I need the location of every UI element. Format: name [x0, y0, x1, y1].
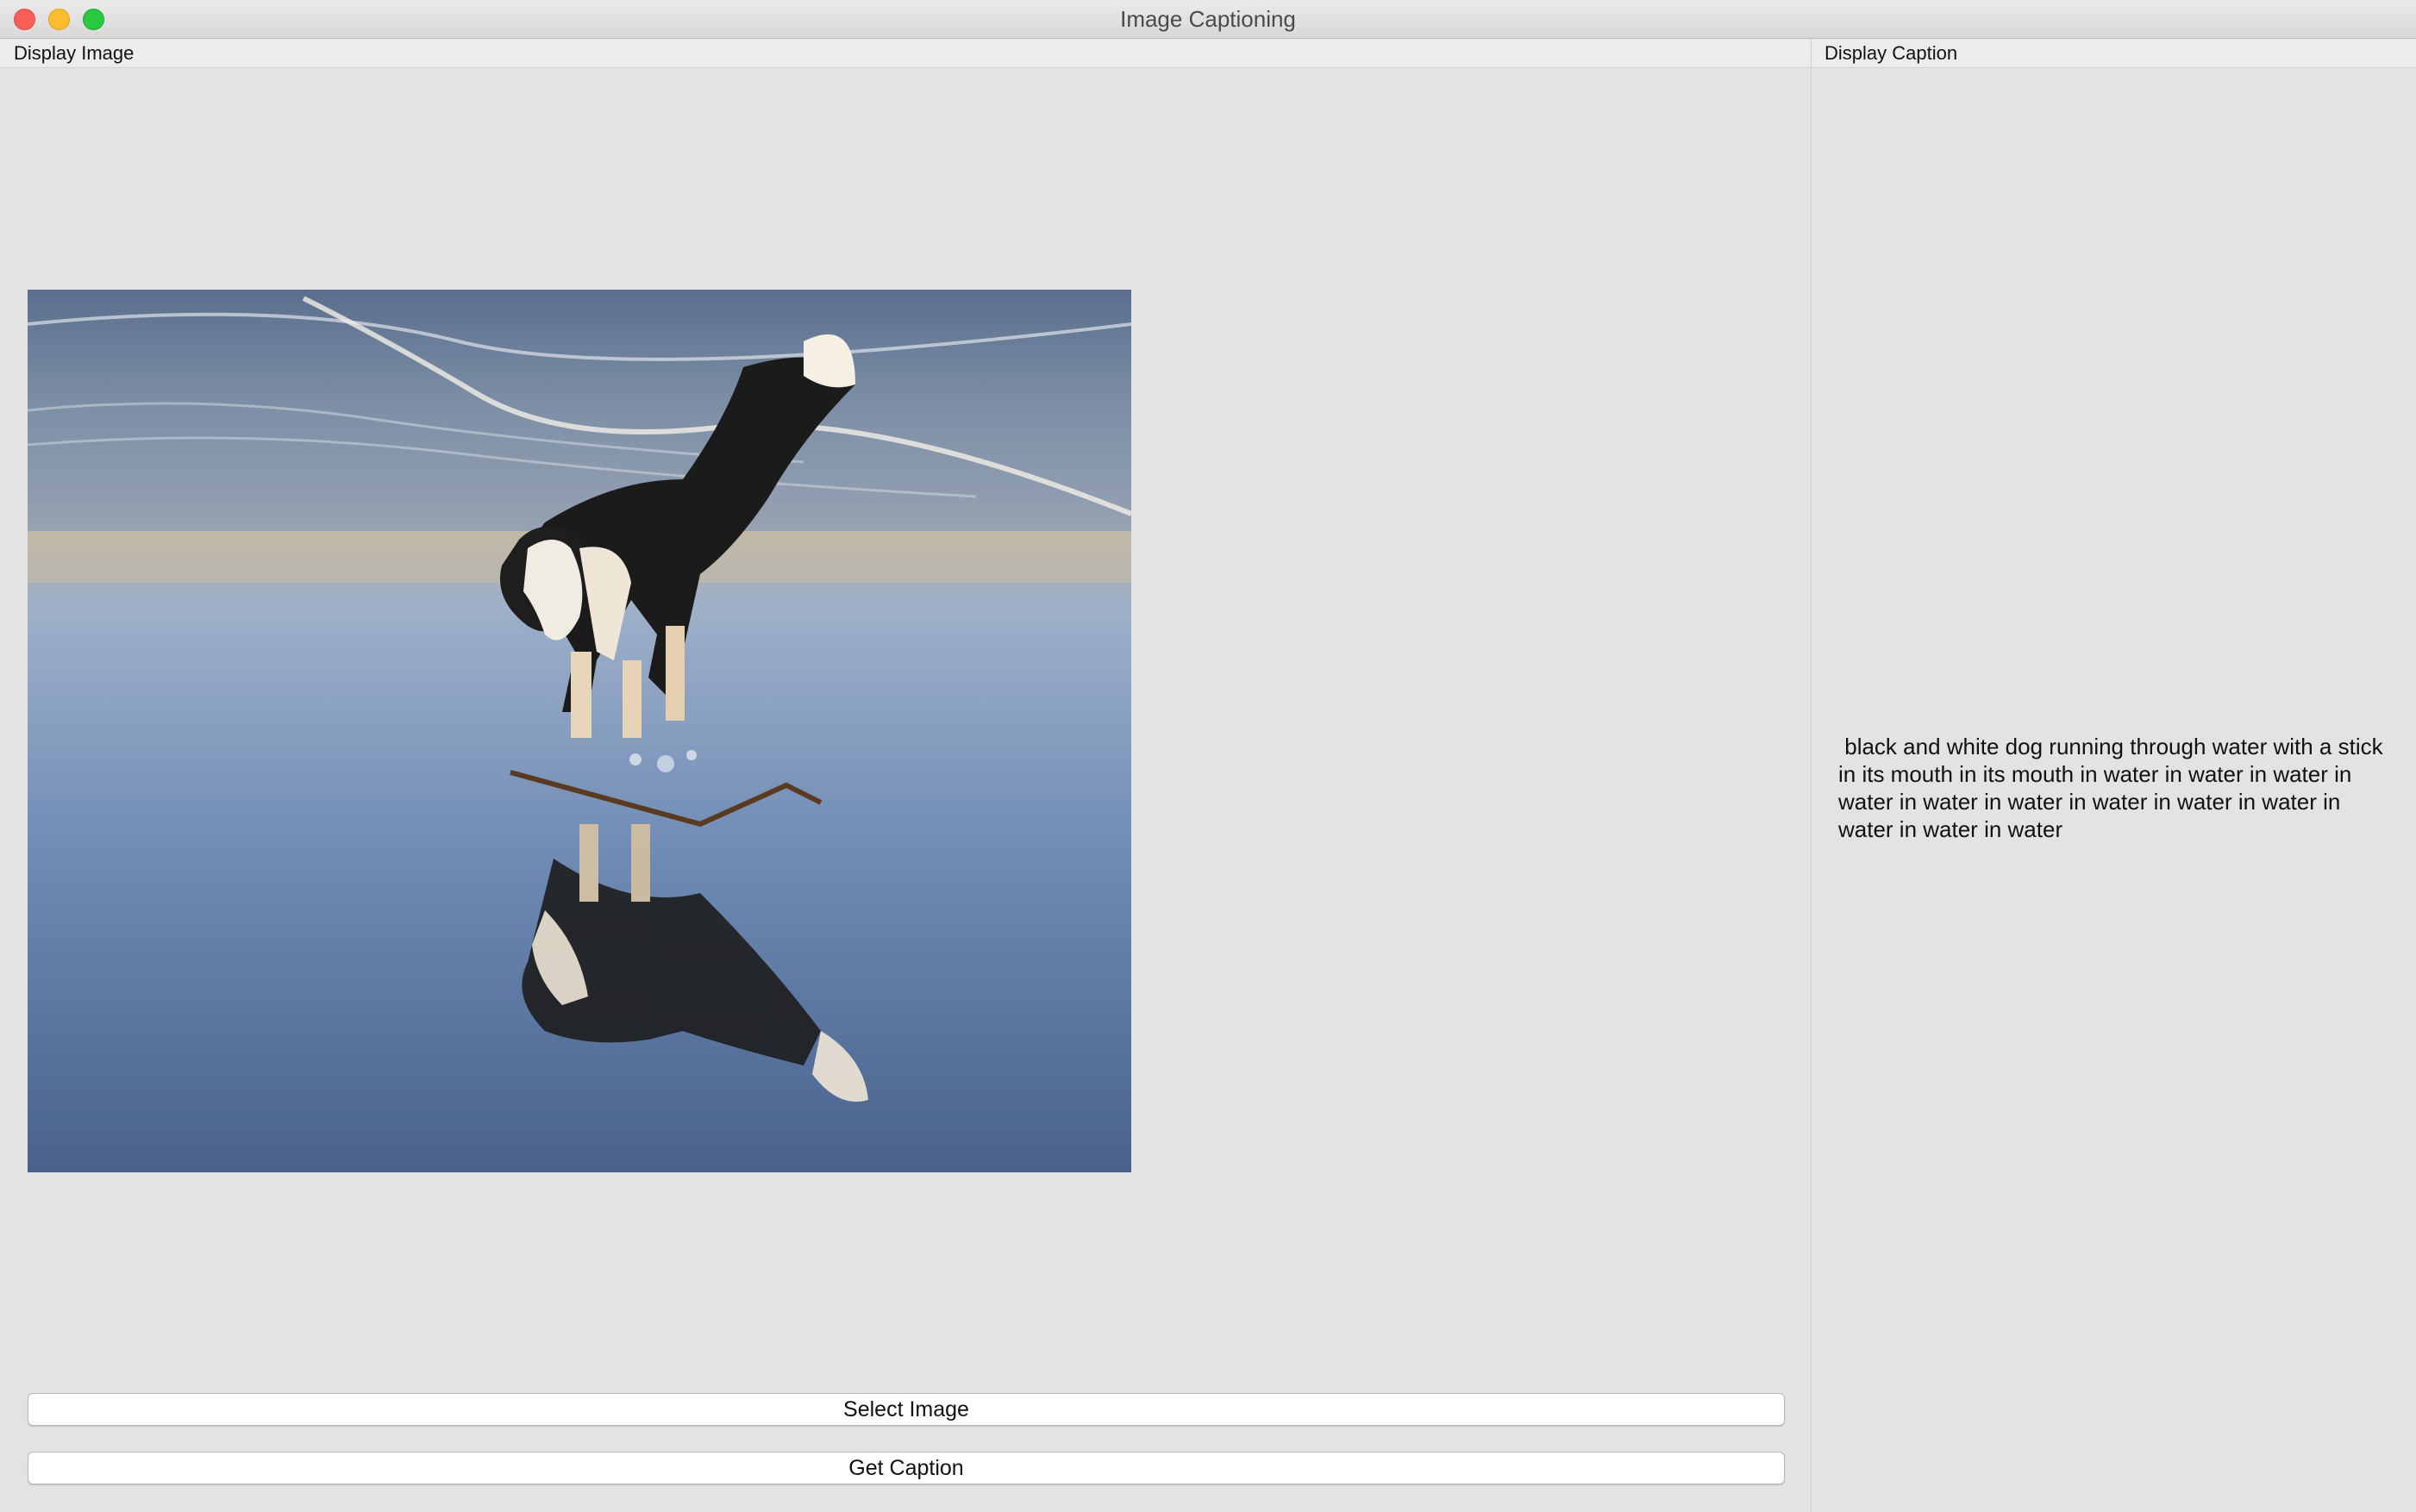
title-bar[interactable]: Image Captioning [0, 0, 2416, 39]
caption-panel: black and white dog running through wate… [1812, 69, 2416, 1512]
displayed-image [28, 290, 1131, 1172]
display-caption-header: Display Caption [1812, 39, 2416, 68]
get-caption-button[interactable]: Get Caption [28, 1452, 1785, 1484]
app-window: Image Captioning Display Image Display C… [0, 0, 2416, 1512]
display-image-header: Display Image [0, 39, 1811, 68]
select-image-button[interactable]: Select Image [28, 1393, 1785, 1426]
window-title: Image Captioning [1120, 6, 1296, 32]
caption-text: black and white dog running through wate… [1838, 734, 2389, 842]
